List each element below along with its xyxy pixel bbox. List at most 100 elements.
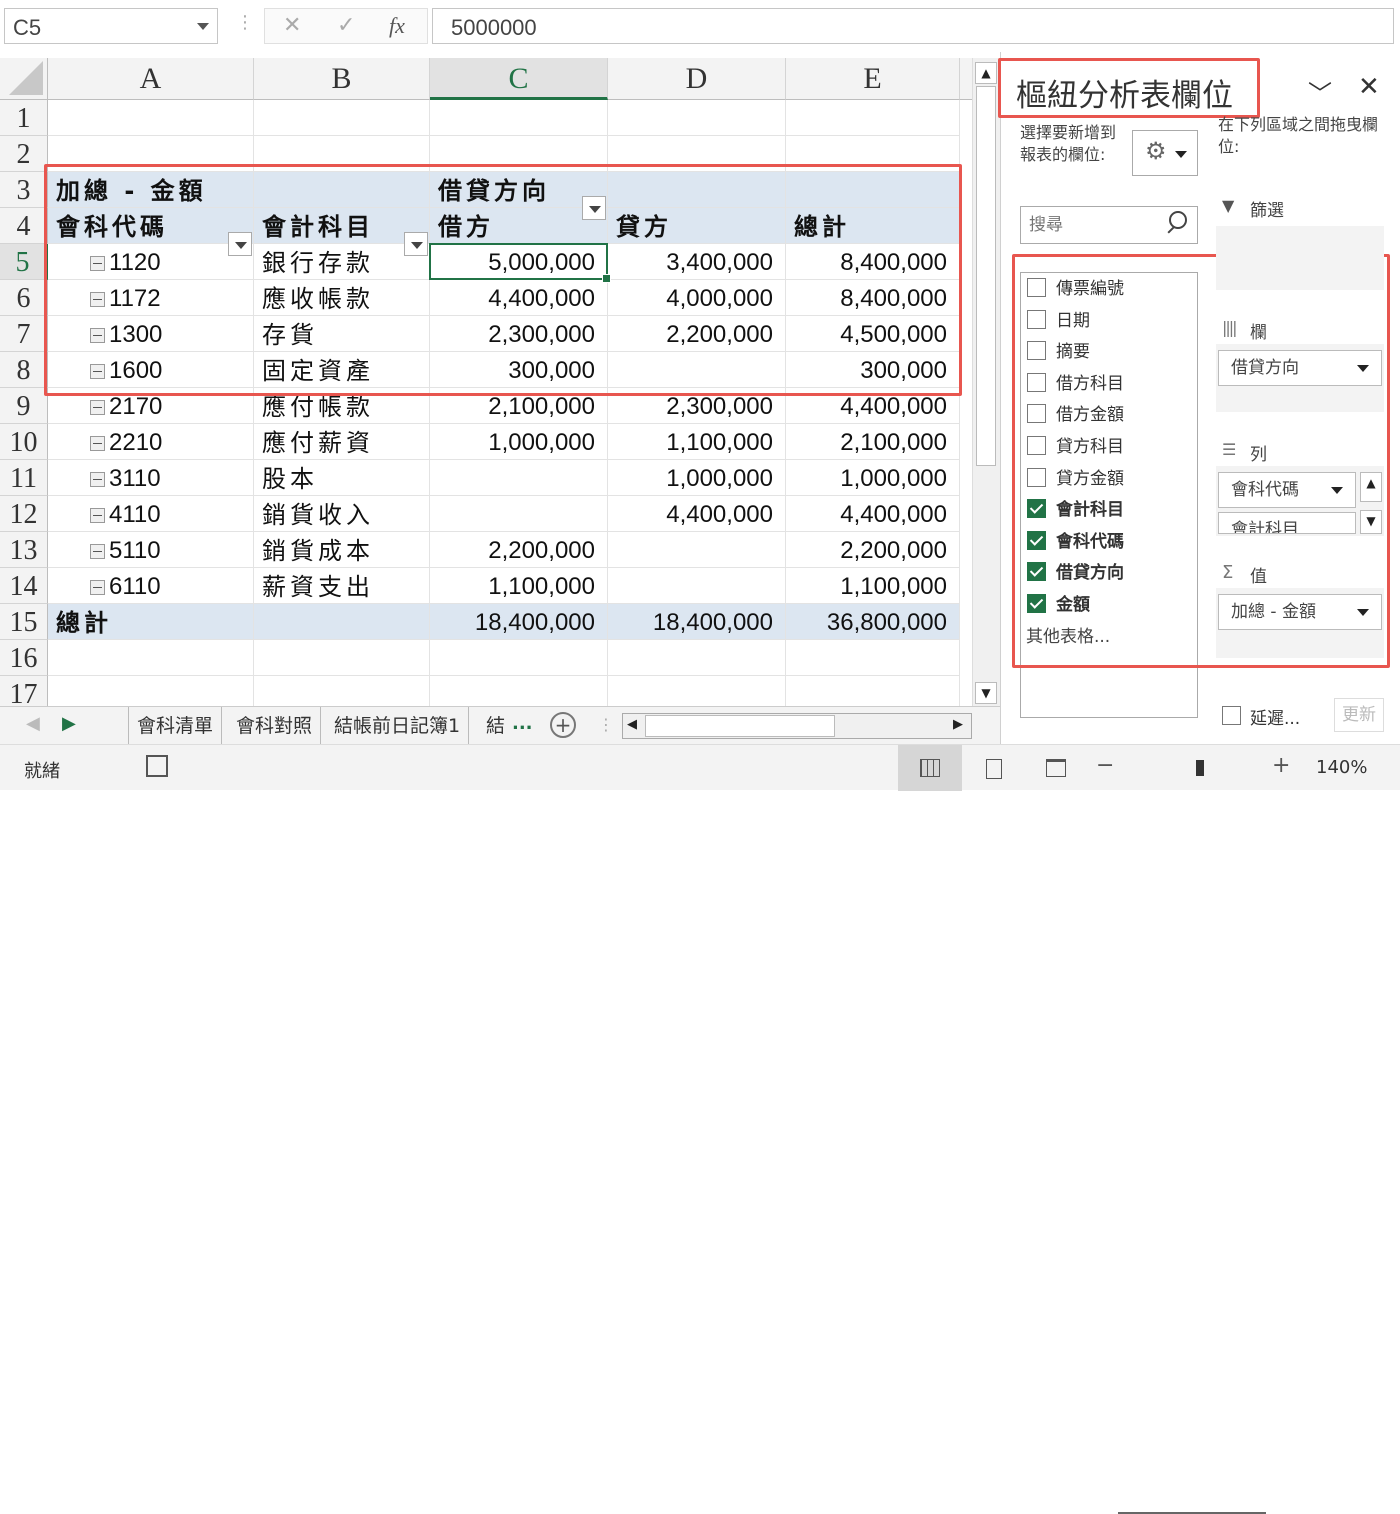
credit-value[interactable]: [608, 532, 786, 568]
tools-button[interactable]: ⚙: [1132, 130, 1198, 176]
columns-field-chip[interactable]: 借貸方向: [1218, 350, 1382, 386]
values-field-chip[interactable]: 加總 - 金額: [1218, 594, 1382, 630]
grand-total-total[interactable]: 36,800,000: [786, 604, 960, 640]
zoom-in-icon[interactable]: +: [1272, 753, 1290, 778]
next-sheet-icon[interactable]: ▶: [62, 713, 76, 734]
row-header-15[interactable]: 15: [0, 604, 48, 640]
filters-area[interactable]: [1216, 226, 1384, 290]
search-box[interactable]: [1020, 206, 1198, 244]
rows-field-chip-1[interactable]: 會科代碼: [1218, 472, 1356, 508]
grid-cell[interactable]: [786, 640, 960, 676]
enter-icon[interactable]: ✓: [337, 13, 355, 38]
insert-function-button[interactable]: fx: [389, 13, 405, 39]
debit-value[interactable]: [430, 496, 608, 532]
vertical-scroll-thumb[interactable]: [976, 86, 996, 466]
scroll-right-icon[interactable]: ▶: [953, 717, 963, 732]
row-header-10[interactable]: 10: [0, 424, 48, 460]
scroll-left-icon[interactable]: ◀: [627, 717, 637, 732]
account-name[interactable]: 銷貨成本: [254, 532, 430, 568]
horizontal-scroll-thumb[interactable]: [645, 715, 835, 737]
row-total-value[interactable]: 1,100,000: [786, 568, 960, 604]
grid-cell[interactable]: [48, 100, 254, 136]
grid-cell[interactable]: [48, 640, 254, 676]
collapse-icon[interactable]: [90, 436, 105, 451]
column-header-d[interactable]: D: [608, 58, 786, 100]
row-header-5[interactable]: 5: [0, 244, 48, 280]
chevron-down-icon[interactable]: ﹀: [1308, 74, 1332, 109]
page-layout-icon[interactable]: [986, 759, 1002, 779]
row-header-12[interactable]: 12: [0, 496, 48, 532]
grid-cell[interactable]: [786, 676, 960, 706]
prev-sheet-icon[interactable]: ◀: [26, 713, 40, 734]
row-header-4[interactable]: 4: [0, 208, 48, 244]
grid-cell[interactable]: [608, 640, 786, 676]
grid-cell[interactable]: [430, 640, 608, 676]
formula-input[interactable]: 5000000: [432, 8, 1394, 44]
row-header-1[interactable]: 1: [0, 100, 48, 136]
sheet-tab-1[interactable]: 會科清單: [128, 707, 223, 745]
close-icon[interactable]: ✕: [1358, 72, 1380, 102]
credit-value[interactable]: [608, 568, 786, 604]
defer-update-checkbox[interactable]: [1222, 706, 1241, 725]
sheet-tab-4[interactable]: 結: [478, 707, 513, 745]
grid-cell[interactable]: [430, 100, 608, 136]
macro-record-icon[interactable]: [146, 755, 168, 777]
row-header-3[interactable]: 3: [0, 172, 48, 208]
pivot-row-code-cell[interactable]: 3110: [48, 460, 254, 496]
grid-cell[interactable]: [254, 100, 430, 136]
page-break-icon[interactable]: [1046, 759, 1066, 777]
drag-handle-icon[interactable]: ⋮: [236, 12, 254, 33]
grid-cell[interactable]: [786, 100, 960, 136]
row-header-14[interactable]: 14: [0, 568, 48, 604]
row-header-6[interactable]: 6: [0, 280, 48, 316]
pivot-row-code-cell[interactable]: 2210: [48, 424, 254, 460]
row-total-value[interactable]: 2,200,000: [786, 532, 960, 568]
grand-total-debit[interactable]: 18,400,000: [430, 604, 608, 640]
collapse-icon[interactable]: [90, 400, 105, 415]
name-box[interactable]: C5: [4, 8, 218, 44]
chevron-down-icon[interactable]: [1357, 609, 1369, 616]
column-header-c[interactable]: C: [430, 58, 608, 100]
debit-value[interactable]: 1,100,000: [430, 568, 608, 604]
account-name[interactable]: 銷貨收入: [254, 496, 430, 532]
row-header-11[interactable]: 11: [0, 460, 48, 496]
column-header-a[interactable]: A: [48, 58, 254, 100]
sheet-tab-2[interactable]: 會科對照: [228, 707, 322, 745]
horizontal-scrollbar[interactable]: ◀ ▶: [622, 713, 972, 739]
pivot-row-code-cell[interactable]: 4110: [48, 496, 254, 532]
split-handle-icon[interactable]: ⋮: [598, 715, 614, 734]
row-header-9[interactable]: 9: [0, 388, 48, 424]
chevron-down-icon[interactable]: [197, 23, 209, 30]
zoom-level[interactable]: 140%: [1316, 757, 1367, 778]
add-sheet-icon[interactable]: +: [550, 712, 576, 738]
area-scroll-up-icon[interactable]: ▲: [1360, 472, 1382, 502]
row-total-value[interactable]: 2,100,000: [786, 424, 960, 460]
chevron-down-icon[interactable]: [1331, 487, 1343, 494]
debit-value[interactable]: 2,200,000: [430, 532, 608, 568]
account-name[interactable]: 應付薪資: [254, 424, 430, 460]
grand-total-label[interactable]: 總計: [48, 604, 254, 640]
collapse-icon[interactable]: [90, 472, 105, 487]
row-header-16[interactable]: 16: [0, 640, 48, 676]
credit-value[interactable]: 1,000,000: [608, 460, 786, 496]
grid-cell[interactable]: [254, 640, 430, 676]
search-input[interactable]: [1029, 213, 1159, 237]
row-header-17[interactable]: 17: [0, 676, 48, 706]
grand-total-cell[interactable]: [254, 604, 430, 640]
grid-cell[interactable]: [430, 676, 608, 706]
grid-cell[interactable]: [48, 676, 254, 706]
zoom-slider-thumb[interactable]: [1196, 760, 1204, 776]
grid-cell[interactable]: [254, 676, 430, 706]
scroll-down-icon[interactable]: ▼: [975, 682, 997, 704]
column-header-f[interactable]: [960, 58, 972, 100]
account-name[interactable]: 薪資支出: [254, 568, 430, 604]
row-header-7[interactable]: 7: [0, 316, 48, 352]
debit-value[interactable]: 1,000,000: [430, 424, 608, 460]
row-total-value[interactable]: 1,000,000: [786, 460, 960, 496]
collapse-icon[interactable]: [90, 544, 105, 559]
pivot-row-code-cell[interactable]: 6110: [48, 568, 254, 604]
debit-value[interactable]: [430, 460, 608, 496]
area-scroll-down-icon[interactable]: ▼: [1360, 510, 1382, 534]
pivot-row-code-cell[interactable]: 5110: [48, 532, 254, 568]
chevron-down-icon[interactable]: [1357, 365, 1369, 372]
